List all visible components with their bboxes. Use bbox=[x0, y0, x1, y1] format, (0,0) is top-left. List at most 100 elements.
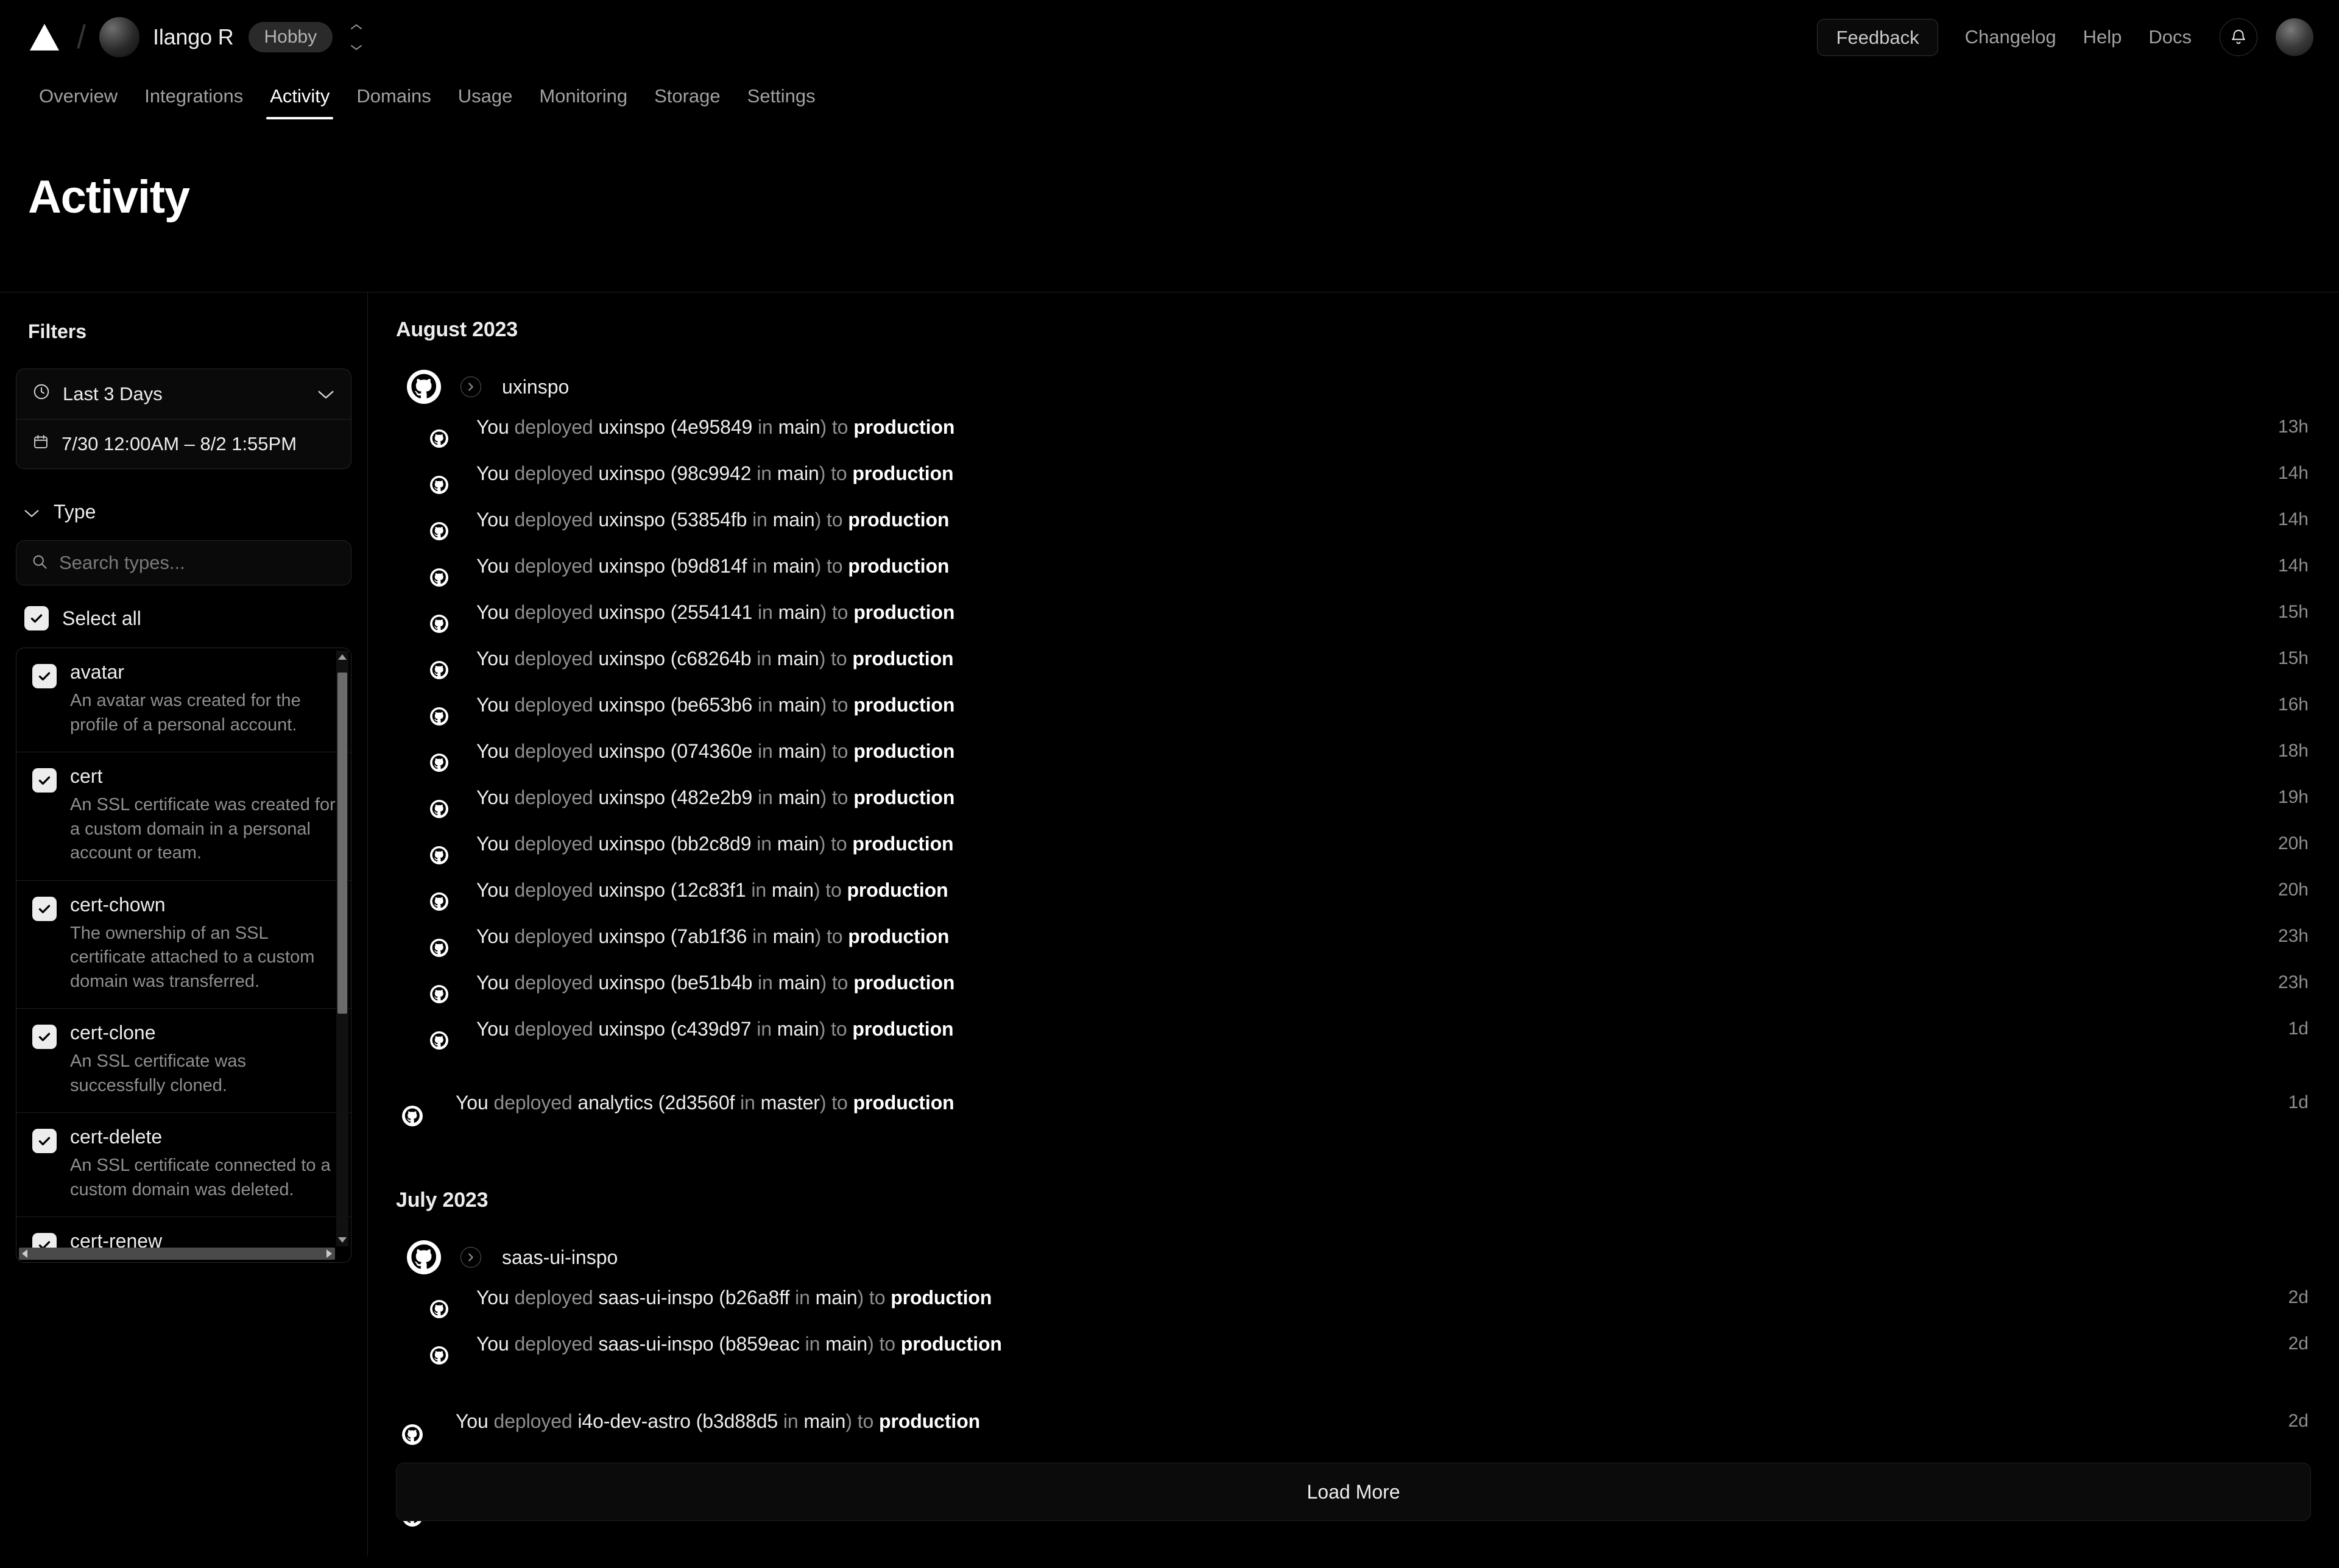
select-all-checkbox[interactable] bbox=[24, 606, 49, 630]
type-list-vertical-scrollbar[interactable] bbox=[336, 651, 348, 1246]
activity-row[interactable]: You deployed i4o-dev-astro (b3d88d5 in m… bbox=[396, 1394, 2311, 1449]
type-filter-item-cert-clone[interactable]: cert-clone An SSL certificate was succes… bbox=[16, 1008, 351, 1112]
activity-row[interactable]: You deployed uxinspo (98c9942 in main) t… bbox=[396, 450, 2311, 496]
type-checkbox[interactable] bbox=[32, 896, 57, 921]
type-filter-item-cert[interactable]: cert An SSL certificate was created for … bbox=[16, 752, 351, 880]
activity-row[interactable]: You deployed uxinspo (074360e in main) t… bbox=[396, 728, 2311, 774]
type-list-horizontal-scrollbar[interactable] bbox=[19, 1248, 335, 1260]
timestamp: 13h bbox=[2277, 417, 2309, 437]
in-word: in bbox=[783, 1410, 799, 1432]
github-icon bbox=[430, 661, 448, 679]
search-types-box[interactable] bbox=[16, 540, 351, 585]
search-types-input[interactable] bbox=[59, 552, 336, 574]
activity-description: You deployed uxinspo (53854fb in main) t… bbox=[476, 508, 950, 531]
commit-hash: 7ab1f36 bbox=[677, 925, 747, 947]
scroll-right-arrow-icon[interactable] bbox=[326, 1249, 332, 1258]
activity-row[interactable]: You deployed saas-ui-inspo (b26a8ff in m… bbox=[396, 1274, 2311, 1321]
activity-row[interactable]: You deployed uxinspo (bb2c8d9 in main) t… bbox=[396, 821, 2311, 867]
tab-storage[interactable]: Storage bbox=[641, 85, 734, 119]
tab-monitoring[interactable]: Monitoring bbox=[526, 85, 641, 119]
user-avatar[interactable] bbox=[2276, 18, 2313, 56]
commit-hash: b859eac bbox=[725, 1332, 800, 1355]
tab-integrations[interactable]: Integrations bbox=[131, 85, 256, 119]
type-checkbox[interactable] bbox=[32, 768, 57, 793]
vertical-scroll-thumb[interactable] bbox=[337, 673, 347, 1014]
activity-row[interactable]: You deployed uxinspo (12c83f1 in main) t… bbox=[396, 867, 2311, 913]
project: uxinspo bbox=[598, 647, 665, 669]
activity-row[interactable]: You deployed uxinspo (7ab1f36 in main) t… bbox=[396, 913, 2311, 959]
actor: You bbox=[476, 601, 509, 623]
chevron-right-circle-icon[interactable] bbox=[460, 376, 481, 397]
activity-row[interactable]: You deployed uxinspo (4e95849 in main) t… bbox=[396, 404, 2311, 450]
to-word: to bbox=[831, 740, 848, 762]
type-filter-item-cert-delete[interactable]: cert-delete An SSL certificate connected… bbox=[16, 1112, 351, 1217]
activity-row[interactable]: You deployed uxinspo (b9d814f in main) t… bbox=[396, 543, 2311, 589]
project: uxinspo bbox=[598, 832, 665, 855]
type-checkbox[interactable] bbox=[32, 664, 57, 688]
activity-row[interactable]: You deployed saas-ui-inspo (b859eac in m… bbox=[396, 1321, 2311, 1367]
timestamp: 20h bbox=[2277, 833, 2309, 853]
vercel-triangle-logo[interactable] bbox=[28, 23, 61, 52]
project-name[interactable]: saas-ui-inspo bbox=[502, 1246, 618, 1269]
type-section-toggle[interactable]: Type bbox=[16, 501, 351, 523]
activity-row[interactable]: You deployed uxinspo (be653b6 in main) t… bbox=[396, 682, 2311, 728]
to-word: to bbox=[831, 601, 848, 623]
activity-description: You deployed uxinspo (c439d97 in main) t… bbox=[476, 1017, 954, 1040]
tab-domains[interactable]: Domains bbox=[343, 85, 444, 119]
activity-row[interactable]: You deployed uxinspo (c439d97 in main) t… bbox=[396, 1006, 2311, 1052]
chevron-up-down-icon[interactable] bbox=[348, 24, 364, 51]
tab-activity[interactable]: Activity bbox=[256, 85, 343, 119]
scroll-up-arrow-icon[interactable] bbox=[338, 654, 347, 660]
type-checkbox[interactable] bbox=[32, 1129, 57, 1154]
tab-usage[interactable]: Usage bbox=[445, 85, 526, 119]
date-range-selector[interactable]: 7/30 12:00AM – 8/2 1:55PM bbox=[16, 419, 351, 468]
chevron-down-icon bbox=[23, 501, 40, 523]
timestamp: 14h bbox=[2277, 556, 2309, 576]
activity-row[interactable]: You deployed uxinspo (2554141 in main) t… bbox=[396, 589, 2311, 635]
project-header[interactable]: uxinspo bbox=[396, 370, 2311, 404]
branch: main bbox=[778, 971, 820, 994]
activity-row[interactable]: You deployed uxinspo (482e2b9 in main) t… bbox=[396, 774, 2311, 821]
type-filter-item-avatar[interactable]: avatar An avatar was created for the pro… bbox=[16, 648, 351, 752]
target-env: production bbox=[853, 786, 955, 808]
project: uxinspo bbox=[598, 925, 665, 947]
activity-row[interactable]: You deployed uxinspo (c68264b in main) t… bbox=[396, 635, 2311, 682]
to-word: to bbox=[826, 925, 843, 947]
chevron-right-circle-icon[interactable] bbox=[460, 1247, 481, 1268]
tab-overview[interactable]: Overview bbox=[26, 85, 131, 119]
branch: main bbox=[803, 1410, 846, 1432]
avatar bbox=[430, 1328, 463, 1365]
project-group-saas-ui-inspo: saas-ui-inspo You deployed saas-ui-inspo… bbox=[396, 1240, 2311, 1367]
feedback-button[interactable]: Feedback bbox=[1817, 18, 1938, 56]
activity-description: You deployed uxinspo (074360e in main) t… bbox=[476, 740, 955, 762]
bell-icon[interactable] bbox=[2220, 18, 2257, 56]
type-filter-item-cert-chown[interactable]: cert-chown The ownership of an SSL certi… bbox=[16, 880, 351, 1009]
type-name: cert-clone bbox=[70, 1022, 156, 1044]
help-link[interactable]: Help bbox=[2083, 26, 2122, 48]
activity-row[interactable]: You deployed uxinspo (be51b4b in main) t… bbox=[396, 959, 2311, 1006]
actor: You bbox=[476, 693, 509, 716]
to-word: to bbox=[831, 1017, 847, 1040]
activity-row[interactable]: You deployed analytics (2d3560f in maste… bbox=[396, 1075, 2311, 1130]
activity-row[interactable]: You deployed uxinspo (53854fb in main) t… bbox=[396, 496, 2311, 543]
load-more-button[interactable]: Load More bbox=[396, 1463, 2311, 1521]
scroll-down-arrow-icon[interactable] bbox=[338, 1237, 347, 1243]
tab-settings[interactable]: Settings bbox=[734, 85, 829, 119]
project-header[interactable]: saas-ui-inspo bbox=[396, 1240, 2311, 1274]
changelog-link[interactable]: Changelog bbox=[1965, 26, 2056, 48]
avatar bbox=[402, 1082, 442, 1126]
type-checkbox[interactable] bbox=[32, 1025, 57, 1050]
scroll-left-arrow-icon[interactable] bbox=[22, 1249, 27, 1258]
time-preset-selector[interactable]: Last 3 Days bbox=[16, 369, 351, 419]
actor: You bbox=[476, 508, 509, 531]
activity-description: You deployed uxinspo (bb2c8d9 in main) t… bbox=[476, 832, 954, 855]
to-word: to bbox=[831, 832, 847, 855]
avatar bbox=[430, 596, 463, 633]
verb: deployed bbox=[514, 554, 593, 577]
docs-link[interactable]: Docs bbox=[2148, 26, 2192, 48]
select-all-row[interactable]: Select all bbox=[16, 606, 351, 630]
project-name[interactable]: uxinspo bbox=[502, 376, 569, 398]
timestamp: 15h bbox=[2277, 602, 2309, 622]
team-name[interactable]: Ilango R bbox=[153, 24, 234, 50]
month-block-august: August 2023 uxinspo You deployed uxinspo… bbox=[396, 318, 2311, 1130]
